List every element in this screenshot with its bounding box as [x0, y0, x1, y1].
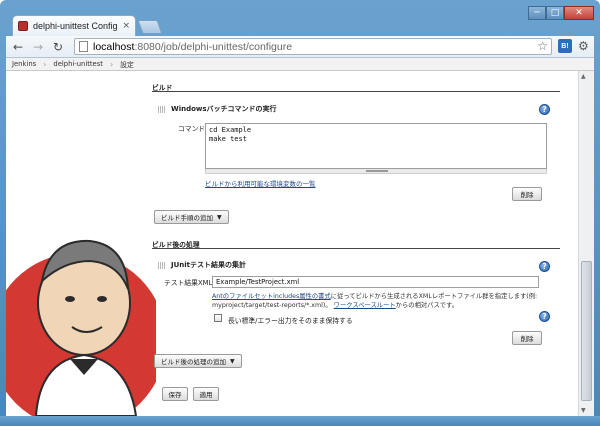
caret-down-icon: ▼ [217, 213, 222, 221]
keep-output-checkbox[interactable] [214, 314, 222, 322]
back-icon[interactable]: ← [10, 39, 26, 55]
test-xml-label: テスト結果XML [164, 279, 213, 287]
post-build-step-title: JUnitテスト結果の集計 [171, 261, 247, 269]
drag-handle-icon[interactable] [158, 105, 165, 113]
window-bottom-border [0, 416, 600, 426]
jenkins-butler-logo [6, 239, 156, 416]
scroll-up-icon[interactable]: ▲ [581, 73, 586, 80]
ant-fileset-link[interactable]: Antのファイルセットincludes属性の書式 [212, 293, 331, 300]
add-build-step-button[interactable]: ビルド手順の追加 ▼ [154, 210, 229, 224]
section-divider [152, 248, 560, 249]
add-post-build-action-button[interactable]: ビルド後の処理の追加 ▼ [154, 354, 242, 368]
browser-tab[interactable]: delphi-unittest Config [ × [12, 15, 136, 36]
help-icon[interactable]: ? [539, 104, 550, 115]
drag-handle-icon[interactable] [158, 261, 165, 269]
help-icon[interactable]: ? [539, 311, 550, 322]
caret-down-icon: ▼ [230, 357, 235, 365]
breadcrumb-separator-icon: › [43, 59, 47, 69]
tab-close-icon[interactable]: × [122, 21, 130, 31]
help-icon[interactable]: ? [539, 261, 550, 272]
scrollbar-thumb[interactable] [581, 261, 592, 401]
star-icon[interactable]: ☆ [537, 39, 548, 53]
scroll-down-icon[interactable]: ▼ [581, 407, 586, 414]
window-controls: ─ □ ✕ [528, 6, 594, 20]
test-xml-input[interactable]: Example/TestProject.xml [212, 276, 539, 288]
test-xml-description: Antのファイルセットincludes属性の書式に従ってビルドから生成されるXM… [212, 293, 538, 309]
apply-button[interactable]: 適用 [193, 387, 219, 401]
delete-post-build-button[interactable]: 削除 [512, 331, 542, 345]
command-textarea[interactable]: cd Example make test [205, 123, 547, 169]
keep-output-label: 長い標準/エラー出力をそのまま保持する [228, 317, 353, 325]
add-build-step-label: ビルド手順の追加 [161, 214, 213, 222]
jenkins-favicon-icon [18, 21, 28, 31]
config-page: ビルド Windowsバッチコマンドの実行 ? コマンド cd Example … [6, 71, 578, 416]
env-variables-link[interactable]: ビルドから利用可能な環境変数の一覧 [205, 178, 316, 188]
maximize-button[interactable]: □ [546, 6, 564, 20]
new-tab-button[interactable] [137, 20, 163, 34]
wrench-icon[interactable]: ⚙ [578, 39, 589, 53]
address-bar[interactable]: localhost:8080/job/delphi-unittest/confi… [74, 38, 552, 55]
breadcrumb-separator-icon: › [109, 59, 114, 69]
breadcrumb-item-configure[interactable]: 設定 [120, 59, 134, 69]
reload-icon[interactable]: ↻ [50, 39, 66, 55]
add-post-build-action-label: ビルド後の処理の追加 [161, 358, 226, 366]
delete-build-step-button[interactable]: 削除 [512, 187, 542, 201]
post-build-step-header: JUnitテスト結果の集計 [158, 260, 246, 270]
browser-toolbar: ← → ↻ localhost:8080/job/delphi-unittest… [6, 36, 594, 58]
hatena-bookmark-extension-icon[interactable]: B! [558, 39, 572, 53]
page-icon [79, 41, 88, 52]
close-window-button[interactable]: ✕ [564, 6, 594, 20]
section-divider [152, 91, 560, 92]
vertical-scrollbar[interactable]: ▲ ▼ [578, 71, 594, 416]
minimize-button[interactable]: ─ [528, 6, 546, 20]
breadcrumb-item-jenkins[interactable]: Jenkins [12, 60, 36, 68]
save-button[interactable]: 保存 [162, 387, 188, 401]
tab-title: delphi-unittest Config [ [33, 21, 119, 31]
build-step-header: Windowsバッチコマンドの実行 [158, 104, 277, 114]
title-bar: delphi-unittest Config [ × ─ □ ✕ [0, 0, 600, 36]
workspace-root-link[interactable]: ワークスペースルート [334, 302, 396, 309]
build-step-title: Windowsバッチコマンドの実行 [171, 105, 277, 113]
breadcrumb-item-job[interactable]: delphi-unittest [53, 60, 103, 68]
forward-icon[interactable]: → [30, 39, 46, 55]
url-text: localhost:8080/job/delphi-unittest/confi… [93, 40, 293, 53]
breadcrumb: Jenkins › delphi-unittest › 設定 [6, 58, 594, 71]
command-label: コマンド [178, 125, 206, 133]
textarea-resize-handle[interactable] [205, 169, 547, 174]
